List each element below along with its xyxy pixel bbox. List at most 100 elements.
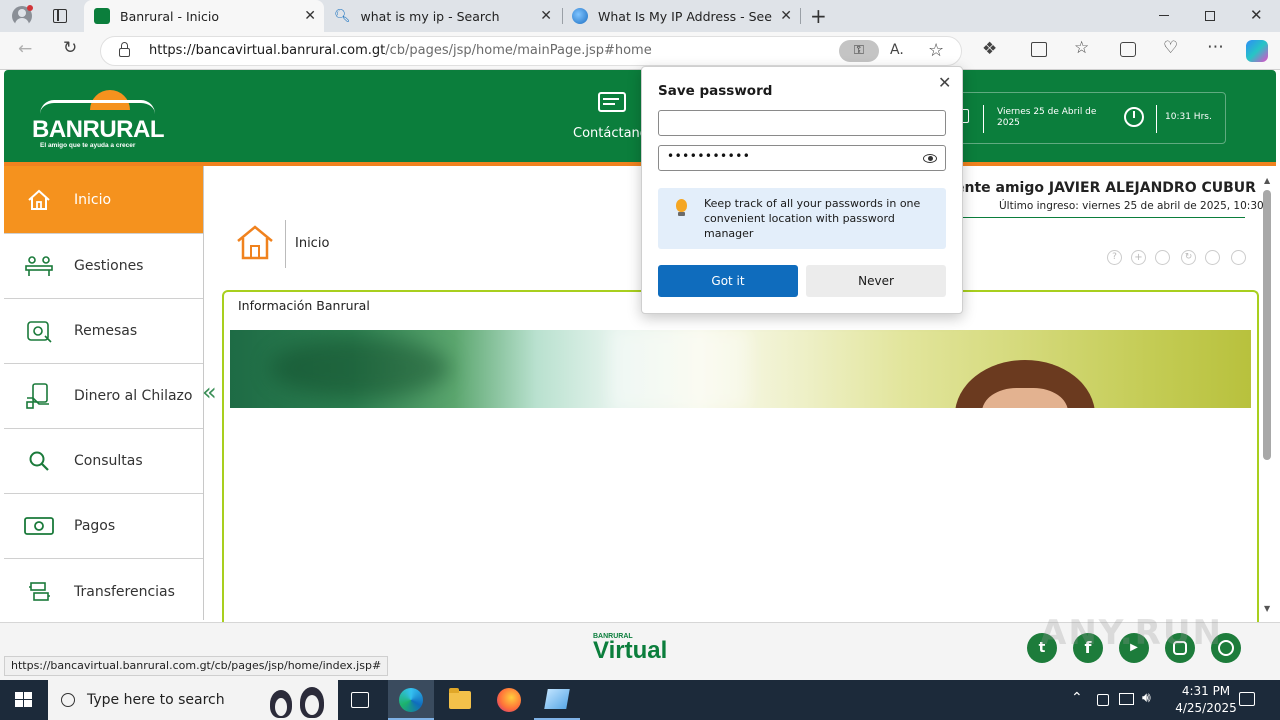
back-icon[interactable]: ← [18, 41, 32, 58]
banner-image[interactable] [230, 330, 1251, 408]
read-aloud-icon[interactable]: A. [890, 42, 904, 58]
taskbar-search-box[interactable]: Type here to search [48, 680, 338, 720]
search-favicon-icon: 🔍︎ [334, 8, 351, 24]
copilot-icon[interactable] [1246, 40, 1268, 62]
clock-date[interactable]: 4/25/2025 [1168, 701, 1244, 715]
print-icon[interactable] [1205, 250, 1220, 265]
save-password-dialog: Save password ✕ ••••••••••• Keep track o… [641, 66, 963, 314]
tab-title: what is my ip - Search [360, 8, 500, 24]
home-outline-icon [235, 224, 275, 264]
close-icon[interactable]: ✕ [780, 8, 792, 24]
windows-start-icon[interactable] [15, 692, 33, 709]
greeting-underline [955, 217, 1245, 218]
clock-time[interactable]: 4:31 PM [1173, 684, 1239, 698]
search-icon [4, 450, 74, 472]
watermark: ANY.RUN [1040, 613, 1223, 653]
scrollbar-thumb[interactable] [1263, 190, 1271, 460]
task-view-icon[interactable] [351, 692, 369, 708]
split-screen-icon[interactable] [1031, 42, 1047, 57]
add-icon[interactable]: + [1131, 250, 1146, 265]
refresh-page-icon[interactable]: ↻ [1181, 250, 1196, 265]
file-explorer-icon[interactable] [449, 688, 471, 709]
app-taskbar-icon[interactable] [534, 680, 580, 720]
status-url: https://bancavirtual.banrural.com.gt/cb/… [4, 656, 389, 676]
username-field[interactable] [658, 110, 946, 136]
sidebar-item-transferencias[interactable]: Transferencias [4, 559, 203, 624]
sidebar-item-inicio[interactable]: Inicio [4, 166, 203, 234]
url-text[interactable]: https://bancavirtual.banrural.com.gt/cb/… [149, 43, 652, 58]
dialog-title: Save password [658, 83, 773, 99]
network-icon[interactable] [1119, 693, 1134, 705]
minimize-icon[interactable] [1159, 15, 1169, 16]
tray-chevron-icon[interactable]: ⌃ [1071, 690, 1083, 706]
people-desk-icon [4, 255, 74, 277]
globe-favicon-icon [572, 8, 588, 24]
sidebar-item-pagos[interactable]: Pagos [4, 494, 203, 559]
sidebar-item-dinero-al-chilazo[interactable]: Dinero al Chilazo [4, 364, 203, 429]
close-icon[interactable]: ✕ [540, 8, 552, 24]
windows-taskbar: Type here to search ⌃ 🔊︎ 4:31 PM 4/25/20… [0, 680, 1280, 720]
greeting-text: ente amigo JAVIER ALEJANDRO CUBUR [955, 180, 1256, 196]
browser-essentials-icon[interactable]: ♡ [1163, 40, 1178, 57]
sidebar-item-consultas[interactable]: Consultas [4, 429, 203, 494]
browser-toolbar: ← ↻ https://bancavirtual.banrural.com.gt… [0, 32, 1280, 90]
close-icon[interactable]: ✕ [938, 73, 951, 92]
info-panel: Información Banrural [222, 290, 1259, 630]
extensions-icon[interactable]: ❖ [982, 41, 997, 58]
sidebar-item-remesas[interactable]: Remesas [4, 299, 203, 364]
close-icon[interactable]: ✕ [304, 8, 316, 24]
lock-icon [119, 48, 130, 57]
favorites-icon[interactable]: ☆ [1074, 40, 1089, 57]
tool-icons: ? + ↻ [1107, 250, 1247, 266]
sidebar-nav: Inicio Gestiones Remesas Dinero al Chila… [4, 166, 204, 620]
refresh-icon[interactable]: ↻ [63, 40, 77, 57]
profile-avatar[interactable] [12, 5, 33, 26]
volume-icon[interactable]: 🔊︎ [1142, 690, 1151, 706]
got-it-button[interactable]: Got it [658, 265, 798, 297]
page-scrollbar[interactable]: ▲ ▼ [1261, 176, 1273, 616]
more-menu-icon[interactable]: ⋯ [1207, 39, 1224, 56]
banrural-logo[interactable]: BANRURAL El amigo que te ayuda a crecer [30, 88, 164, 152]
restore-icon[interactable] [1205, 11, 1215, 21]
sidebar-item-label: Transferencias [74, 583, 175, 600]
tab-banrural[interactable]: Banrural - Inicio ✕ [84, 0, 324, 32]
sidebar-item-label: Pagos [74, 518, 116, 534]
help-icon[interactable]: ? [1107, 250, 1122, 265]
edge-taskbar-icon[interactable] [388, 680, 434, 720]
notifications-icon[interactable] [1239, 692, 1255, 706]
panel-title: Información Banrural [238, 298, 370, 313]
browser-tab-bar: Banrural - Inicio ✕ 🔍︎ what is my ip - S… [0, 0, 1280, 32]
address-bar[interactable]: https://bancavirtual.banrural.com.gt/cb/… [100, 36, 962, 66]
never-button[interactable]: Never [806, 265, 946, 297]
site-footer: https://bancavirtual.banrural.com.gt/cb/… [0, 613, 1280, 680]
sidebar-item-label: Gestiones [74, 258, 144, 274]
folder-icon[interactable] [1155, 250, 1170, 265]
sidebar-item-label: Consultas [74, 453, 143, 469]
tray-app-icon[interactable] [1097, 694, 1109, 706]
firefox-icon[interactable] [497, 688, 521, 712]
collections-icon[interactable] [1120, 42, 1136, 57]
favorite-star-icon[interactable]: ☆ [928, 40, 944, 61]
sidebar-item-label: Inicio [74, 191, 112, 208]
banrural-virtual-logo: BANRURAL Virtual [593, 633, 668, 664]
new-tab-icon[interactable]: + [810, 4, 827, 28]
window-close-icon[interactable]: ✕ [1250, 6, 1263, 24]
sidebar-item-label: Remesas [74, 323, 138, 339]
tab-title: Banrural - Inicio [120, 8, 220, 24]
tab-title: What Is My IP Address - See Your [598, 8, 772, 24]
lightbulb-icon [676, 199, 687, 212]
home-icon [4, 189, 74, 211]
key-icon[interactable]: ⚿ [839, 40, 879, 62]
banrural-favicon-icon [94, 8, 110, 24]
tab-actions-icon[interactable] [53, 9, 67, 23]
tab-whatismyip[interactable]: What Is My IP Address - See Your ✕ [562, 0, 800, 32]
search-icon [61, 693, 75, 707]
sidebar-item-gestiones[interactable]: Gestiones [4, 234, 203, 299]
penguins-icon [266, 684, 328, 718]
contact-button[interactable]: Contáctanos [570, 90, 655, 146]
tab-search[interactable]: 🔍︎ what is my ip - Search ✕ [324, 0, 560, 32]
password-field[interactable]: ••••••••••• [658, 145, 946, 171]
datetime-box: Viernes 25 de Abril de 2025 10:31 Hrs. [950, 92, 1226, 144]
chat-bubble-icon[interactable] [1231, 250, 1246, 265]
collapse-sidebar-icon[interactable]: « [202, 378, 217, 406]
